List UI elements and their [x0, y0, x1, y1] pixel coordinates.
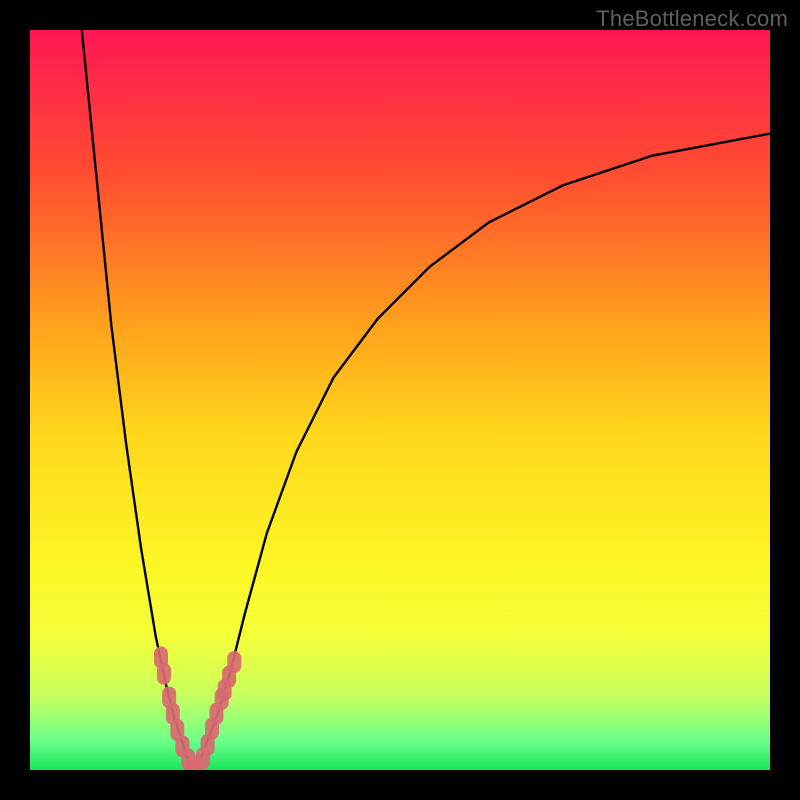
right-curve — [193, 134, 770, 770]
left-curve — [82, 30, 193, 770]
marker-group — [154, 647, 241, 770]
watermark-text: TheBottleneck.com — [596, 6, 788, 32]
data-point-marker — [157, 663, 171, 685]
data-point-marker — [227, 651, 241, 673]
chart-frame: TheBottleneck.com — [0, 0, 800, 800]
plot-area — [30, 30, 770, 770]
curves-layer — [30, 30, 770, 770]
